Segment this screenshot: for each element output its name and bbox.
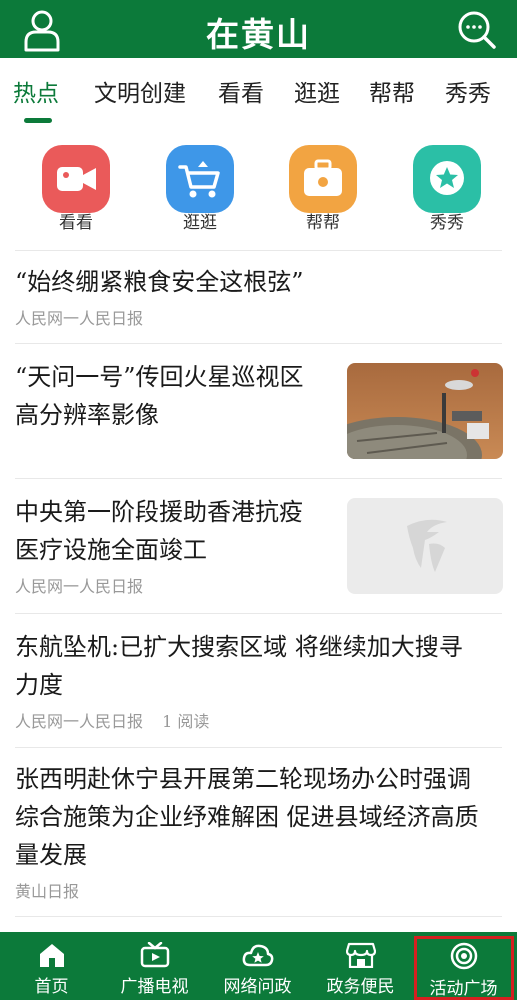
search-icon	[458, 11, 496, 49]
news-source: 人民网一人民日报	[15, 577, 144, 596]
news-item[interactable]: “始终绷紧粮食安全这根弦” 人民网一人民日报	[15, 263, 505, 329]
news-title-line: 综合施策为企业纾难解困 促进县域经济高质	[15, 803, 479, 831]
star-icon	[413, 145, 481, 213]
nav-government-services[interactable]: 政务便民	[309, 932, 412, 1000]
tab-watch[interactable]: 看看	[218, 74, 264, 108]
quick-link-label: 逛逛	[183, 213, 217, 233]
news-source: 人民网一人民日报	[15, 309, 144, 328]
tab-show[interactable]: 秀秀	[445, 74, 491, 108]
news-title-line: 量发展	[15, 841, 87, 869]
news-title-line: 医疗设施全面竣工	[15, 536, 207, 564]
nav-label: 活动广场	[429, 979, 498, 999]
tab-civilization[interactable]: 文明创建	[94, 74, 186, 108]
nav-home[interactable]: 首页	[0, 932, 103, 1000]
nav-online-inquiry[interactable]: 网络问政	[206, 932, 309, 1000]
divider	[15, 250, 502, 251]
nav-label: 首页	[34, 977, 69, 997]
news-title-line: 张西明赴休宁县开展第二轮现场办公时强调	[15, 765, 471, 793]
nav-label: 网络问政	[223, 977, 292, 997]
nav-label: 政务便民	[326, 977, 395, 997]
divider	[15, 916, 502, 917]
news-title-line: 高分辨率影像	[15, 401, 159, 429]
news-thumbnail-placeholder[interactable]	[347, 498, 503, 594]
divider	[15, 747, 502, 748]
divider	[15, 613, 502, 614]
news-thumbnail-mars[interactable]	[347, 363, 503, 459]
quick-link-label: 秀秀	[430, 213, 464, 233]
tv-icon	[140, 942, 169, 968]
tab-browse[interactable]: 逛逛	[294, 74, 340, 108]
quick-link-show[interactable]: 秀秀	[412, 145, 482, 233]
quick-link-label: 看看	[59, 213, 93, 233]
quick-link-browse[interactable]: 逛逛	[165, 145, 235, 233]
divider	[15, 343, 502, 344]
app-title: 在黄山	[206, 15, 311, 54]
app-header: 在黄山	[0, 0, 517, 58]
news-source: 人民网一人民日报 1 阅读	[15, 708, 505, 732]
home-icon	[39, 944, 64, 967]
news-item[interactable]: 中央第一阶段援助香港抗疫 医疗设施全面竣工 人民网一人民日报	[15, 493, 335, 597]
news-source: 黄山日报	[15, 882, 80, 901]
tab-hot[interactable]: 热点	[13, 74, 59, 108]
quick-link-help[interactable]: 帮帮	[288, 145, 358, 233]
divider	[15, 478, 502, 479]
news-item[interactable]: 东航坠机:已扩大搜索区域 将继续加大搜寻 力度 人民网一人民日报 1 阅读	[15, 628, 505, 732]
news-title: “始终绷紧粮食安全这根弦”	[15, 268, 304, 296]
news-title-line: 力度	[15, 671, 63, 699]
news-item[interactable]: 张西明赴休宁县开展第二轮现场办公时强调 综合施策为企业纾难解困 促进县域经济高质…	[15, 760, 510, 902]
nav-activity-square[interactable]: 活动广场	[412, 932, 515, 1000]
quick-links: 看看 逛逛 帮帮 秀秀	[0, 145, 517, 245]
briefcase-icon	[289, 145, 357, 213]
news-title-line: “天问一号”传回火星巡视区	[15, 363, 304, 391]
nav-label: 广播电视	[120, 977, 189, 997]
shopping-cart-icon	[166, 145, 234, 213]
tab-help[interactable]: 帮帮	[369, 74, 415, 108]
video-camera-icon	[42, 145, 110, 213]
active-tab-indicator	[24, 118, 52, 123]
placeholder-logo-icon	[407, 519, 447, 572]
news-source-name: 人民网一人民日报	[15, 712, 144, 731]
quick-link-watch[interactable]: 看看	[41, 145, 111, 233]
store-icon	[345, 942, 376, 968]
search-button[interactable]	[457, 10, 497, 50]
category-tabs: 热点 文明创建 看看 逛逛 帮帮 秀秀	[0, 58, 517, 126]
news-read-count: 1 阅读	[162, 712, 210, 731]
news-title-line: 东航坠机:已扩大搜索区域 将继续加大搜寻	[15, 633, 463, 661]
target-icon	[450, 942, 477, 970]
bottom-navigation: 首页 广播电视 网络问政 政务便民 活动广场	[0, 932, 517, 1000]
news-title-line: 中央第一阶段援助香港抗疫	[15, 498, 303, 526]
nav-broadcast-tv[interactable]: 广播电视	[103, 932, 206, 1000]
cloud-star-icon	[242, 944, 273, 967]
quick-link-label: 帮帮	[306, 213, 340, 233]
news-item[interactable]: “天问一号”传回火星巡视区 高分辨率影像	[15, 358, 335, 434]
